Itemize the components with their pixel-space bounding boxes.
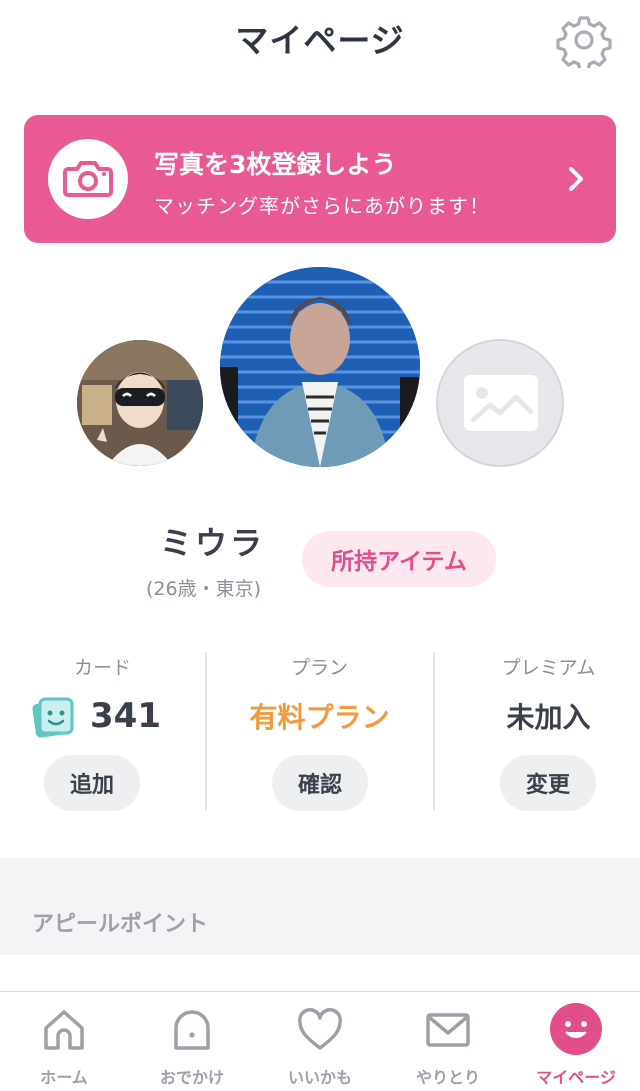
stat-premium: プレミアム 未加入 変更 xyxy=(446,650,640,815)
gear-icon xyxy=(556,16,612,72)
profile-name: ミウラ xyxy=(160,524,266,562)
confirm-plan-button[interactable]: 確認 xyxy=(272,755,368,811)
tab-outing[interactable]: おでかけ xyxy=(128,992,256,1091)
tab-outing-label: おでかけ xyxy=(159,1068,224,1087)
heart-icon xyxy=(298,1008,342,1050)
divider xyxy=(205,652,207,810)
add-card-button[interactable]: 追加 xyxy=(44,755,140,811)
tab-messages-label: やりとり xyxy=(415,1068,480,1087)
settings-button[interactable] xyxy=(556,12,612,72)
banner-subtitle: マッチング率がさらにあがります！ xyxy=(154,194,490,218)
smiley-icon xyxy=(550,1003,602,1055)
camera-icon xyxy=(63,161,113,197)
camera-icon-circle xyxy=(48,139,128,219)
profile-photo-2[interactable] xyxy=(77,340,203,466)
tab-home-label: ホーム xyxy=(40,1068,88,1087)
tab-mypage[interactable]: マイページ xyxy=(512,992,640,1091)
main-photo-image xyxy=(220,267,420,467)
image-placeholder-icon xyxy=(464,375,538,431)
premium-value: 未加入 xyxy=(506,701,591,734)
stat-plan: プラン 有料プラン 確認 xyxy=(217,650,422,815)
stat-card-label: カード xyxy=(73,657,131,679)
card-count: 341 xyxy=(90,696,161,736)
profile-photo-main[interactable] xyxy=(220,267,420,467)
section-content xyxy=(0,956,640,991)
appeal-points-title: アピールポイント xyxy=(32,912,209,937)
banner-title: 写真を3枚登録しよう xyxy=(154,150,397,179)
home-icon xyxy=(44,1010,84,1050)
stat-premium-label: プレミアム xyxy=(501,657,596,679)
owned-items-button[interactable]: 所持アイテム xyxy=(302,531,496,587)
empty-photo-placeholder[interactable] xyxy=(436,339,564,467)
card-icon xyxy=(32,697,74,738)
tab-bar: ホーム おでかけ いいかも やりとり マイページ xyxy=(0,992,640,1091)
ghost-icon xyxy=(174,1010,210,1050)
stat-plan-label: プラン xyxy=(290,657,348,679)
profile-age-location: (26歳・東京) xyxy=(146,578,262,600)
tab-messages[interactable]: やりとり xyxy=(384,992,512,1091)
tab-mypage-label: マイページ xyxy=(536,1068,616,1087)
tab-likes-label: いいかも xyxy=(287,1068,352,1087)
divider xyxy=(433,652,435,810)
tab-home[interactable]: ホーム xyxy=(0,992,128,1091)
tab-likes[interactable]: いいかも xyxy=(256,992,384,1091)
photo-2-image xyxy=(77,340,203,466)
header: マイページ xyxy=(0,0,640,80)
page-title: マイページ xyxy=(235,21,405,60)
chevron-right-icon xyxy=(569,167,583,191)
change-premium-button[interactable]: 変更 xyxy=(500,755,596,811)
plan-value: 有料プラン xyxy=(249,701,390,734)
mail-icon xyxy=(426,1013,470,1047)
photo-upload-banner[interactable]: 写真を3枚登録しよう マッチング率がさらにあがります！ xyxy=(24,115,616,243)
stat-card: カード 341 追加 xyxy=(0,650,205,815)
